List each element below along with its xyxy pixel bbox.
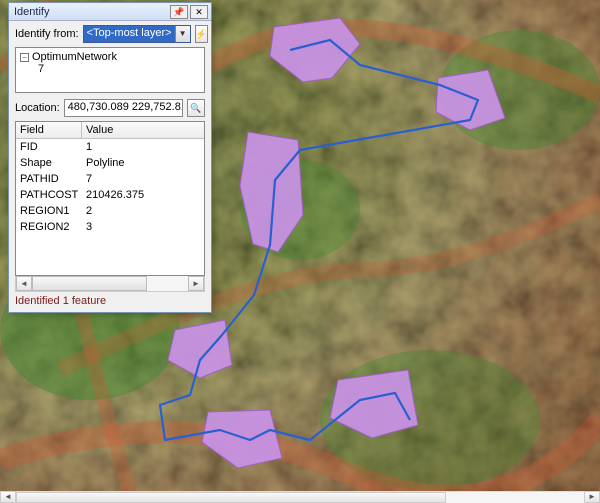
table-header: Field Value: [16, 122, 204, 139]
tree-child-label: 7: [38, 63, 44, 75]
table-row[interactable]: REGION1 2: [16, 203, 204, 219]
table-row[interactable]: PATHID 7: [16, 171, 204, 187]
scroll-right-icon[interactable]: ►: [584, 491, 600, 503]
status-text: Identified 1 feature: [9, 292, 211, 312]
scroll-thumb[interactable]: [32, 276, 147, 291]
tree-root-label: OptimumNetwork: [32, 51, 117, 63]
location-label: Location:: [15, 102, 60, 114]
scroll-left-icon[interactable]: ◄: [0, 491, 16, 503]
table-empty: [16, 235, 204, 275]
pin-button[interactable]: 📌: [170, 5, 188, 19]
tree-child[interactable]: 7: [20, 63, 200, 75]
map-hscroll[interactable]: ◄ ►: [0, 491, 600, 503]
attribute-table: Field Value FID 1 Shape Polyline PATHID …: [15, 121, 205, 276]
scroll-left-icon[interactable]: ◄: [16, 276, 32, 291]
header-value[interactable]: Value: [82, 122, 204, 138]
scroll-track[interactable]: [16, 491, 584, 503]
layer-dropdown[interactable]: <Top-most layer> ▼: [83, 25, 191, 43]
header-field[interactable]: Field: [16, 122, 82, 138]
table-row[interactable]: REGION2 3: [16, 219, 204, 235]
window-title: Identify: [12, 6, 168, 18]
location-value[interactable]: 480,730.089 229,752.818 Meters: [64, 99, 183, 117]
scroll-right-icon[interactable]: ►: [188, 276, 204, 291]
table-hscroll[interactable]: ◄ ►: [15, 276, 205, 292]
feature-tree[interactable]: −OptimumNetwork 7: [15, 47, 205, 93]
layer-dropdown-selected: <Top-most layer>: [84, 26, 175, 42]
titlebar[interactable]: Identify 📌 ✕: [9, 3, 211, 21]
table-row[interactable]: FID 1: [16, 139, 204, 155]
identify-from-label: Identify from:: [15, 28, 79, 40]
table-row[interactable]: PATHCOST 210426.375: [16, 187, 204, 203]
identify-from-row: Identify from: <Top-most layer> ▼ ⚡: [9, 21, 211, 47]
scroll-track[interactable]: [32, 276, 188, 291]
location-row: Location: 480,730.089 229,752.818 Meters…: [9, 93, 211, 121]
chevron-down-icon[interactable]: ▼: [175, 26, 190, 42]
table-row[interactable]: Shape Polyline: [16, 155, 204, 171]
close-button[interactable]: ✕: [190, 5, 208, 19]
scroll-thumb[interactable]: [16, 492, 446, 503]
zoom-button[interactable]: 🔍: [187, 99, 205, 117]
identify-window: Identify 📌 ✕ Identify from: <Top-most la…: [8, 2, 212, 313]
tree-root[interactable]: −OptimumNetwork: [20, 51, 200, 63]
flash-button[interactable]: ⚡: [195, 25, 208, 43]
collapse-icon[interactable]: −: [20, 53, 29, 62]
